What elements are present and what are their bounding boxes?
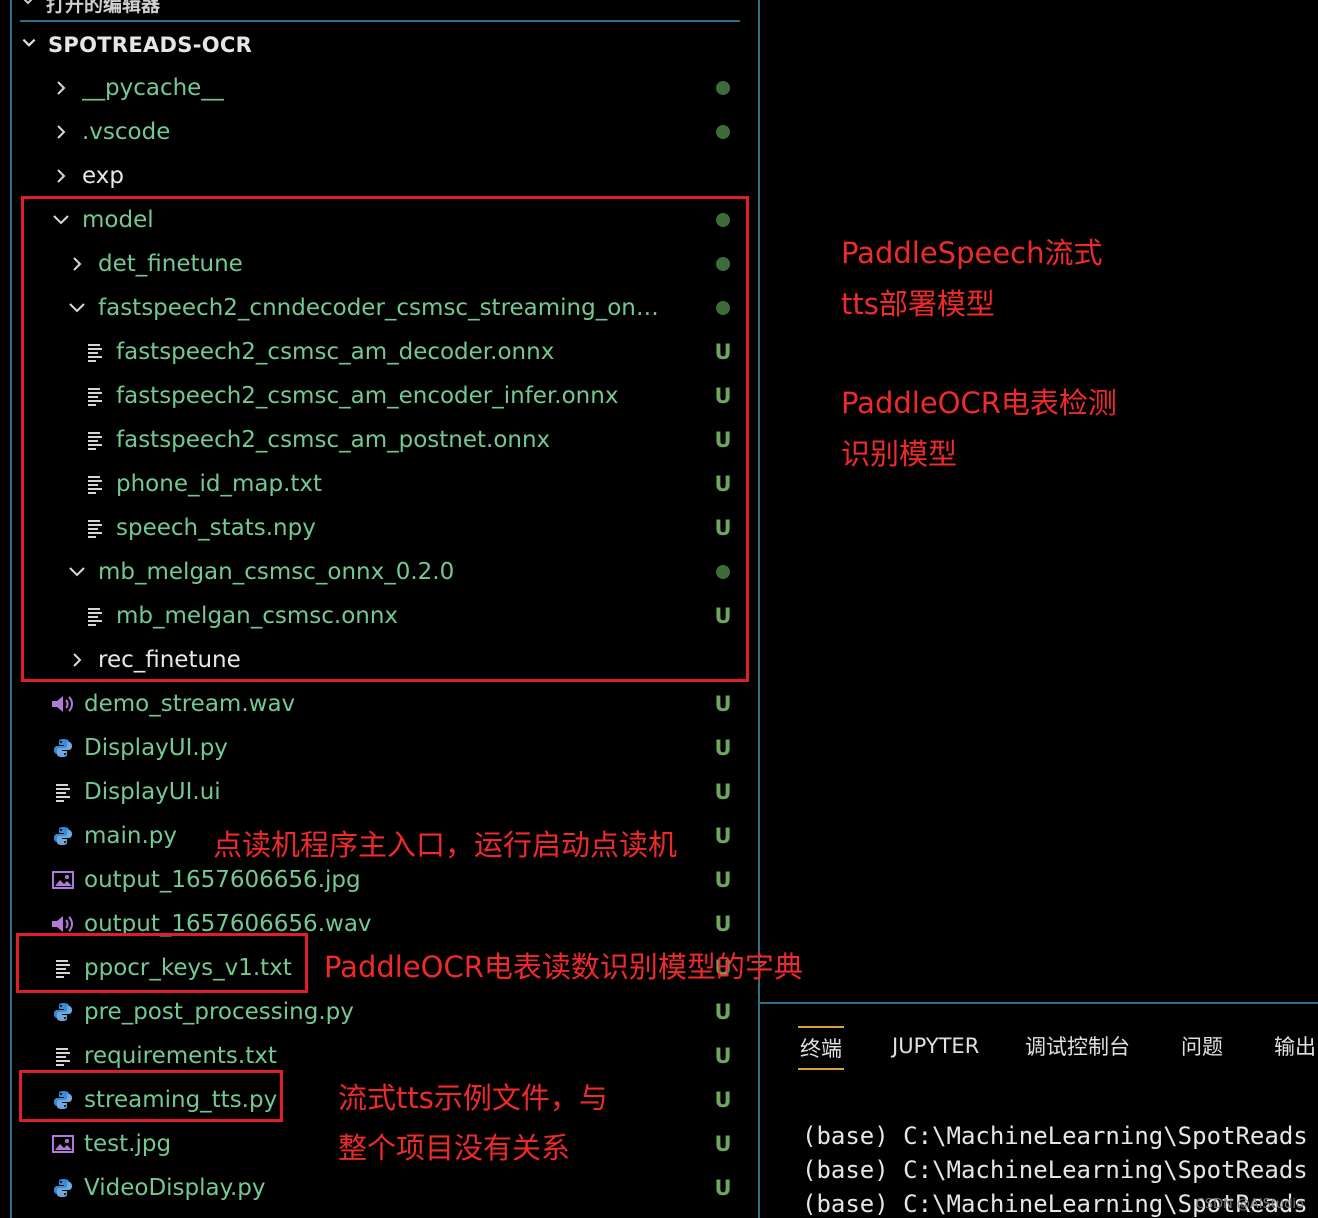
chevron-right-icon[interactable] bbox=[50, 123, 72, 141]
git-status-badge: U bbox=[714, 868, 732, 892]
annotation-paddlespeech-1: PaddleSpeech流式 bbox=[841, 236, 1103, 270]
annotation-keys-dict: PaddleOCR电表读数识别模型的字典 bbox=[324, 950, 803, 984]
annotation-paddleocr-1: PaddleOCR电表检测 bbox=[841, 386, 1117, 420]
tree-item[interactable]: .vscode bbox=[12, 110, 747, 154]
terminal-line[interactable]: (base) C:\MachineLearning\SpotReads bbox=[802, 1122, 1308, 1150]
tab-label: JUPYTER bbox=[892, 1034, 980, 1058]
modified-dot-icon bbox=[711, 66, 735, 110]
workspace-header[interactable]: SPOTREADS-OCR bbox=[20, 28, 740, 62]
open-editors-header[interactable]: 打开的编辑器 bbox=[20, 0, 740, 22]
git-status-badge: U bbox=[714, 780, 732, 804]
tree-item[interactable]: DisplayUI.py U bbox=[12, 726, 747, 770]
tree-item-label: test.jpg bbox=[84, 1131, 172, 1157]
annotation-streaming-1: 流式tts示例文件，与 bbox=[338, 1081, 608, 1115]
tree-item[interactable]: VideoDisplay.py U bbox=[12, 1166, 747, 1210]
tree-item-label: main.py bbox=[84, 823, 177, 849]
image-icon bbox=[50, 867, 76, 893]
tree-item[interactable]: output_1657606656.jpg U bbox=[12, 858, 747, 902]
speaker-icon bbox=[50, 691, 76, 717]
git-status-badge: U bbox=[714, 1088, 732, 1112]
git-status-badge: U bbox=[714, 1044, 732, 1068]
file-lines-icon bbox=[50, 1043, 76, 1069]
python-icon bbox=[50, 823, 76, 849]
tree-item[interactable]: __pycache__ bbox=[12, 66, 747, 110]
python-icon bbox=[50, 735, 76, 761]
annotation-streaming-2: 整个项目没有关系 bbox=[338, 1131, 571, 1165]
git-status-badge: U bbox=[714, 1132, 732, 1156]
git-status-badge: U bbox=[714, 1176, 732, 1200]
annotation-main-entry: 点读机程序主入口，运行启动点读机 bbox=[213, 828, 678, 862]
tree-item-label: __pycache__ bbox=[82, 75, 225, 101]
chevron-right-icon[interactable] bbox=[50, 79, 72, 97]
tree-item[interactable]: DisplayUI.ui U bbox=[12, 770, 747, 814]
chevron-down-icon bbox=[20, 33, 38, 57]
git-status-badge: U bbox=[714, 736, 732, 760]
git-status-badge: U bbox=[714, 692, 732, 716]
watermark: CSDN @AIStudio bbox=[1195, 1197, 1304, 1212]
git-status-badge: U bbox=[714, 824, 732, 848]
tab-problems[interactable]: 问题 bbox=[1181, 1026, 1223, 1066]
git-status-badge: U bbox=[714, 912, 732, 936]
chevron-right-icon[interactable] bbox=[50, 167, 72, 185]
tab-output[interactable]: 输出 bbox=[1274, 1026, 1316, 1066]
tree-item-label: exp bbox=[82, 163, 124, 189]
tab-label: 调试控制台 bbox=[1025, 1035, 1130, 1059]
file-lines-icon bbox=[50, 779, 76, 805]
annotation-paddlespeech-2: tts部署模型 bbox=[841, 287, 995, 321]
tree-item-label: DisplayUI.ui bbox=[84, 779, 221, 805]
tree-item-label: VideoDisplay.py bbox=[84, 1175, 266, 1201]
python-icon bbox=[50, 999, 76, 1025]
tab-debug-console[interactable]: 调试控制台 bbox=[1025, 1026, 1130, 1066]
bottom-panel: 终端 JUPYTER 调试控制台 问题 输出 (base) C:\Machine… bbox=[760, 1002, 1318, 1218]
tab-terminal[interactable]: 终端 bbox=[798, 1026, 844, 1070]
tree-item[interactable]: demo_stream.wav U bbox=[12, 682, 747, 726]
terminal-line[interactable]: (base) C:\MachineLearning\SpotReads bbox=[802, 1156, 1308, 1184]
modified-dot-icon bbox=[711, 110, 735, 154]
image-icon bbox=[50, 1131, 76, 1157]
tree-item-label: demo_stream.wav bbox=[84, 691, 296, 717]
git-status-empty bbox=[711, 154, 735, 198]
tab-label: 终端 bbox=[800, 1037, 842, 1061]
open-editors-title: 打开的编辑器 bbox=[46, 0, 161, 16]
tree-item-label: DisplayUI.py bbox=[84, 735, 228, 761]
ppocr-keys-highlight bbox=[16, 933, 308, 993]
model-folder-highlight bbox=[21, 196, 749, 682]
tree-item-label: requirements.txt bbox=[84, 1043, 277, 1069]
tree-item[interactable]: exp bbox=[12, 154, 747, 198]
annotation-paddleocr-2: 识别模型 bbox=[841, 437, 958, 471]
tab-jupyter[interactable]: JUPYTER bbox=[892, 1026, 979, 1066]
python-icon bbox=[50, 1175, 76, 1201]
workspace-title: SPOTREADS-OCR bbox=[48, 33, 253, 57]
tree-item[interactable]: pre_post_processing.py U bbox=[12, 990, 747, 1034]
chevron-down-icon bbox=[20, 0, 36, 14]
tab-label: 问题 bbox=[1181, 1035, 1223, 1059]
streaming-tts-highlight bbox=[19, 1070, 283, 1122]
git-status-badge: U bbox=[714, 1000, 732, 1024]
tree-item-label: .vscode bbox=[82, 119, 171, 145]
tree-item-label: pre_post_processing.py bbox=[84, 999, 354, 1025]
tree-item-label: output_1657606656.jpg bbox=[84, 867, 361, 893]
tab-label: 输出 bbox=[1274, 1035, 1316, 1059]
